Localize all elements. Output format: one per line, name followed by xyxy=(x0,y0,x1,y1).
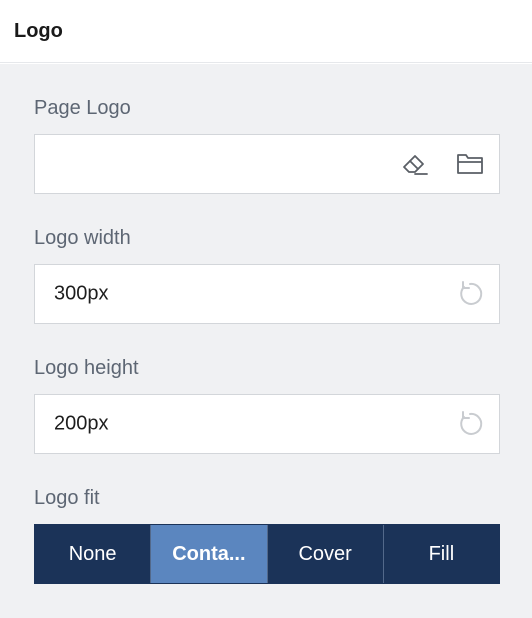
panel-title: Logo xyxy=(14,19,63,42)
logo-height-value: 200px xyxy=(54,412,109,435)
reset-icon[interactable] xyxy=(453,277,487,311)
logo-height-input[interactable]: 200px xyxy=(34,394,500,454)
logo-width-label: Logo width xyxy=(34,227,131,249)
reset-icon[interactable] xyxy=(453,407,487,441)
logo-width-value: 300px xyxy=(54,282,109,305)
eraser-icon[interactable] xyxy=(398,147,432,181)
logo-fit-segmented-control: None Conta... Cover Fill xyxy=(34,524,500,584)
logo-width-input[interactable]: 300px xyxy=(34,264,500,324)
page-logo-label: Page Logo xyxy=(34,97,131,119)
folder-open-icon[interactable] xyxy=(453,147,487,181)
logo-fit-option-contain[interactable]: Conta... xyxy=(151,525,268,583)
panel-header: Logo xyxy=(0,0,532,63)
logo-fit-label: Logo fit xyxy=(34,487,100,509)
page-logo-field[interactable] xyxy=(34,134,500,194)
logo-settings-panel: Page Logo Logo width 300px Logo height 2… xyxy=(0,64,532,618)
logo-fit-option-fill[interactable]: Fill xyxy=(383,525,499,583)
logo-fit-option-none[interactable]: None xyxy=(35,525,152,583)
logo-fit-option-cover[interactable]: Cover xyxy=(267,525,384,583)
logo-height-label: Logo height xyxy=(34,357,139,379)
